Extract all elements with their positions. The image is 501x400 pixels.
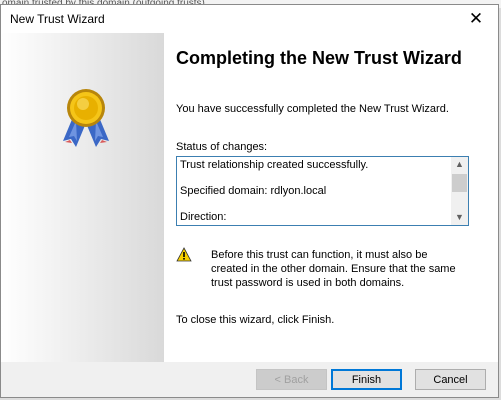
status-scrollbar[interactable]: ▲ ▼ <box>451 157 468 225</box>
status-label: Status of changes: <box>176 141 268 153</box>
page-title: Completing the New Trust Wizard <box>176 48 462 68</box>
close-icon: ✕ <box>468 9 484 28</box>
back-button[interactable]: < Back <box>256 369 327 390</box>
success-message: You have successfully completed the New … <box>176 103 449 115</box>
window-title: New Trust Wizard <box>10 12 105 26</box>
status-line: Direction: <box>180 211 227 223</box>
cancel-button[interactable]: Cancel <box>415 369 486 390</box>
close-button[interactable]: ✕ <box>454 5 498 33</box>
status-textbox[interactable]: Trust relationship created successfully.… <box>176 156 469 226</box>
scroll-up-arrow-icon[interactable]: ▲ <box>451 157 468 172</box>
wizard-dialog: New Trust Wizard ✕ Completing the New Tr… <box>0 4 499 398</box>
scroll-down-arrow-icon[interactable]: ▼ <box>451 210 468 225</box>
close-instruction: To close this wizard, click Finish. <box>176 314 335 326</box>
status-text: Trust relationship created successfully.… <box>180 159 369 225</box>
title-bar: New Trust Wizard ✕ <box>1 5 498 33</box>
status-line: Trust relationship created successfully. <box>180 159 369 171</box>
scroll-thumb[interactable] <box>452 174 467 192</box>
warning-icon <box>176 247 192 262</box>
status-line: Specified domain: rdlyon.local <box>180 185 327 197</box>
warning-message: Before this trust can function, it must … <box>211 249 456 289</box>
award-ribbon-icon <box>63 89 109 147</box>
finish-button[interactable]: Finish <box>331 369 402 390</box>
wizard-body: Completing the New Trust Wizard You have… <box>1 33 498 362</box>
wizard-side-panel <box>1 33 164 362</box>
